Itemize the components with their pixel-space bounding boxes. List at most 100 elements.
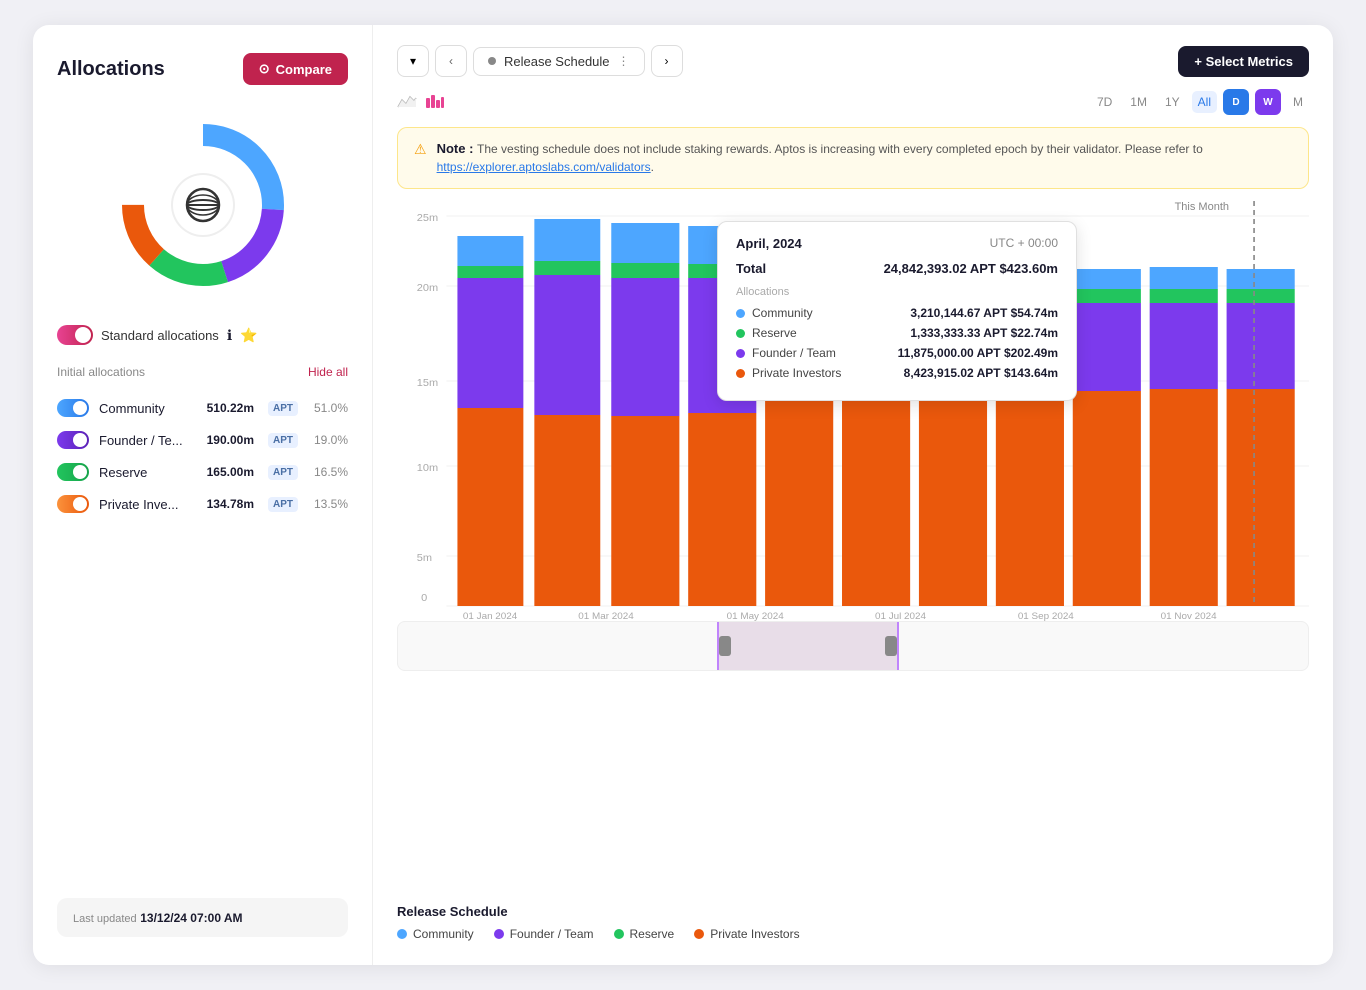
tooltip-founder-dot bbox=[736, 349, 745, 358]
time-7d-button[interactable]: 7D bbox=[1091, 91, 1118, 113]
svg-text:0: 0 bbox=[421, 592, 427, 603]
svg-text:01 Jul 2024: 01 Jul 2024 bbox=[875, 611, 926, 621]
legend-founder: Founder / Team bbox=[494, 927, 594, 941]
chart-area: This Month 25m 20m 15m 10m 5m 0 bbox=[397, 201, 1309, 882]
tooltip-item-founder: Founder / Team 11,875,000.00 APT $202.49… bbox=[736, 346, 1058, 360]
founder-amount: 190.00m bbox=[207, 433, 254, 447]
this-month-label: This Month bbox=[1175, 201, 1229, 213]
tooltip-community-dot bbox=[736, 309, 745, 318]
chart-bottom: Release Schedule Community Founder / Tea… bbox=[397, 894, 1309, 945]
area-chart-icon[interactable] bbox=[397, 92, 417, 113]
dropdown-button[interactable]: ▾ bbox=[397, 45, 429, 77]
tooltip-date: April, 2024 bbox=[736, 236, 802, 251]
legend-reserve: Reserve bbox=[614, 927, 675, 941]
note-link[interactable]: https://explorer.aptoslabs.com/validator… bbox=[437, 160, 651, 174]
compare-button[interactable]: ⊙ Compare bbox=[243, 53, 348, 85]
tab-dot-icon bbox=[488, 57, 496, 65]
chart-bottom-title: Release Schedule bbox=[397, 904, 1309, 919]
nav-right-button[interactable]: › bbox=[651, 45, 683, 77]
svg-text:20m: 20m bbox=[417, 282, 439, 293]
reserve-name: Reserve bbox=[99, 465, 197, 480]
reserve-apt-badge: APT bbox=[268, 465, 298, 480]
last-updated-value: 13/12/24 07:00 AM bbox=[140, 911, 242, 925]
donut-chart bbox=[57, 105, 348, 305]
reserve-toggle[interactable] bbox=[57, 463, 89, 481]
founder-pct: 19.0% bbox=[312, 433, 348, 447]
svg-text:01 Jan 2024: 01 Jan 2024 bbox=[463, 611, 517, 621]
release-schedule-tab[interactable]: Release Schedule ⋮ bbox=[473, 47, 645, 76]
tooltip-reserve-dot bbox=[736, 329, 745, 338]
page-title: Allocations bbox=[57, 58, 165, 81]
compare-icon: ⊙ bbox=[259, 61, 270, 77]
legend-community-label: Community bbox=[413, 927, 474, 941]
release-schedule-label: Release Schedule bbox=[504, 54, 610, 69]
tooltip-total-value: 24,842,393.02 APT $423.60m bbox=[884, 261, 1058, 276]
tooltip-founder-name: Founder / Team bbox=[752, 346, 836, 360]
community-pct: 51.0% bbox=[312, 401, 348, 415]
legend-reserve-dot bbox=[614, 929, 624, 939]
svg-text:5m: 5m bbox=[417, 552, 433, 563]
standard-allocations-row: Standard allocations ℹ ⭐ bbox=[57, 325, 348, 345]
mini-navigator[interactable] bbox=[397, 621, 1309, 671]
select-metrics-button[interactable]: + Select Metrics bbox=[1178, 46, 1309, 77]
legend-private-dot bbox=[694, 929, 704, 939]
tooltip-item-community: Community 3,210,144.67 APT $54.74m bbox=[736, 306, 1058, 320]
svg-text:01 May 2024: 01 May 2024 bbox=[727, 611, 784, 621]
time-1y-button[interactable]: 1Y bbox=[1159, 91, 1186, 113]
mini-nav-handle-left[interactable] bbox=[719, 636, 731, 656]
note-label: Note : bbox=[437, 141, 477, 156]
note-text: The vesting schedule does not include st… bbox=[437, 142, 1203, 174]
tab-more-icon: ⋮ bbox=[618, 54, 630, 68]
info-icon: ℹ bbox=[227, 327, 232, 344]
chart-controls: 7D 1M 1Y All D W M bbox=[397, 89, 1309, 115]
tooltip-item-reserve: Reserve 1,333,333.33 APT $22.74m bbox=[736, 326, 1058, 340]
tooltip-utc: UTC + 00:00 bbox=[990, 236, 1058, 251]
allocation-item-reserve: Reserve 165.00m APT 16.5% bbox=[57, 463, 348, 481]
svg-text:15m: 15m bbox=[417, 377, 439, 388]
warning-icon: ⚠ bbox=[414, 141, 427, 158]
initial-allocations-section: Initial allocations Hide all bbox=[57, 365, 348, 379]
allocation-item-private: Private Inve... 134.78m APT 13.5% bbox=[57, 495, 348, 513]
last-updated-label: Last updated bbox=[73, 913, 137, 925]
legend-row: Community Founder / Team Reserve Private… bbox=[397, 927, 1309, 941]
private-toggle[interactable] bbox=[57, 495, 89, 513]
legend-founder-dot bbox=[494, 929, 504, 939]
founder-toggle[interactable] bbox=[57, 431, 89, 449]
time-all-button[interactable]: All bbox=[1192, 91, 1217, 113]
mini-nav-selection[interactable] bbox=[717, 622, 899, 670]
tooltip-reserve-name: Reserve bbox=[752, 326, 797, 340]
tooltip-item-private: Private Investors 8,423,915.02 APT $143.… bbox=[736, 366, 1058, 380]
nav-left-button[interactable]: ‹ bbox=[435, 45, 467, 77]
tooltip-founder-value: 11,875,000.00 APT $202.49m bbox=[898, 346, 1058, 360]
hide-all-button[interactable]: Hide all bbox=[308, 365, 348, 379]
allocation-item-community: Community 510.22m APT 51.0% bbox=[57, 399, 348, 417]
reserve-amount: 165.00m bbox=[207, 465, 254, 479]
legend-private: Private Investors bbox=[694, 927, 799, 941]
bar-chart-icon[interactable] bbox=[425, 92, 445, 113]
mini-nav-handle-right[interactable] bbox=[885, 636, 897, 656]
legend-founder-label: Founder / Team bbox=[510, 927, 594, 941]
svg-text:01 Mar 2024: 01 Mar 2024 bbox=[578, 611, 633, 621]
time-m-button[interactable]: M bbox=[1287, 91, 1309, 113]
svg-text:01 Sep 2024: 01 Sep 2024 bbox=[1018, 611, 1074, 621]
svg-text:01 Nov 2024: 01 Nov 2024 bbox=[1161, 611, 1217, 621]
time-1m-button[interactable]: 1M bbox=[1124, 91, 1153, 113]
svg-text:10m: 10m bbox=[417, 462, 439, 473]
allocation-list: Community 510.22m APT 51.0% Founder / Te… bbox=[57, 399, 348, 513]
avatar-w-button[interactable]: W bbox=[1255, 89, 1281, 115]
tooltip-private-dot bbox=[736, 369, 745, 378]
legend-community: Community bbox=[397, 927, 474, 941]
legend-private-investors-label: Private Investors bbox=[710, 927, 799, 941]
private-pct: 13.5% bbox=[312, 497, 348, 511]
reserve-pct: 16.5% bbox=[312, 465, 348, 479]
avatar-d-button[interactable]: D bbox=[1223, 89, 1249, 115]
community-apt-badge: APT bbox=[268, 401, 298, 416]
legend-reserve-label: Reserve bbox=[630, 927, 675, 941]
tooltip-community-name: Community bbox=[752, 306, 813, 320]
standard-allocations-label: Standard allocations bbox=[101, 328, 219, 343]
standard-allocations-toggle[interactable] bbox=[57, 325, 93, 345]
legend-community-dot bbox=[397, 929, 407, 939]
community-name: Community bbox=[99, 401, 197, 416]
community-toggle[interactable] bbox=[57, 399, 89, 417]
tooltip-private-investors-name: Private Investors bbox=[752, 366, 841, 380]
